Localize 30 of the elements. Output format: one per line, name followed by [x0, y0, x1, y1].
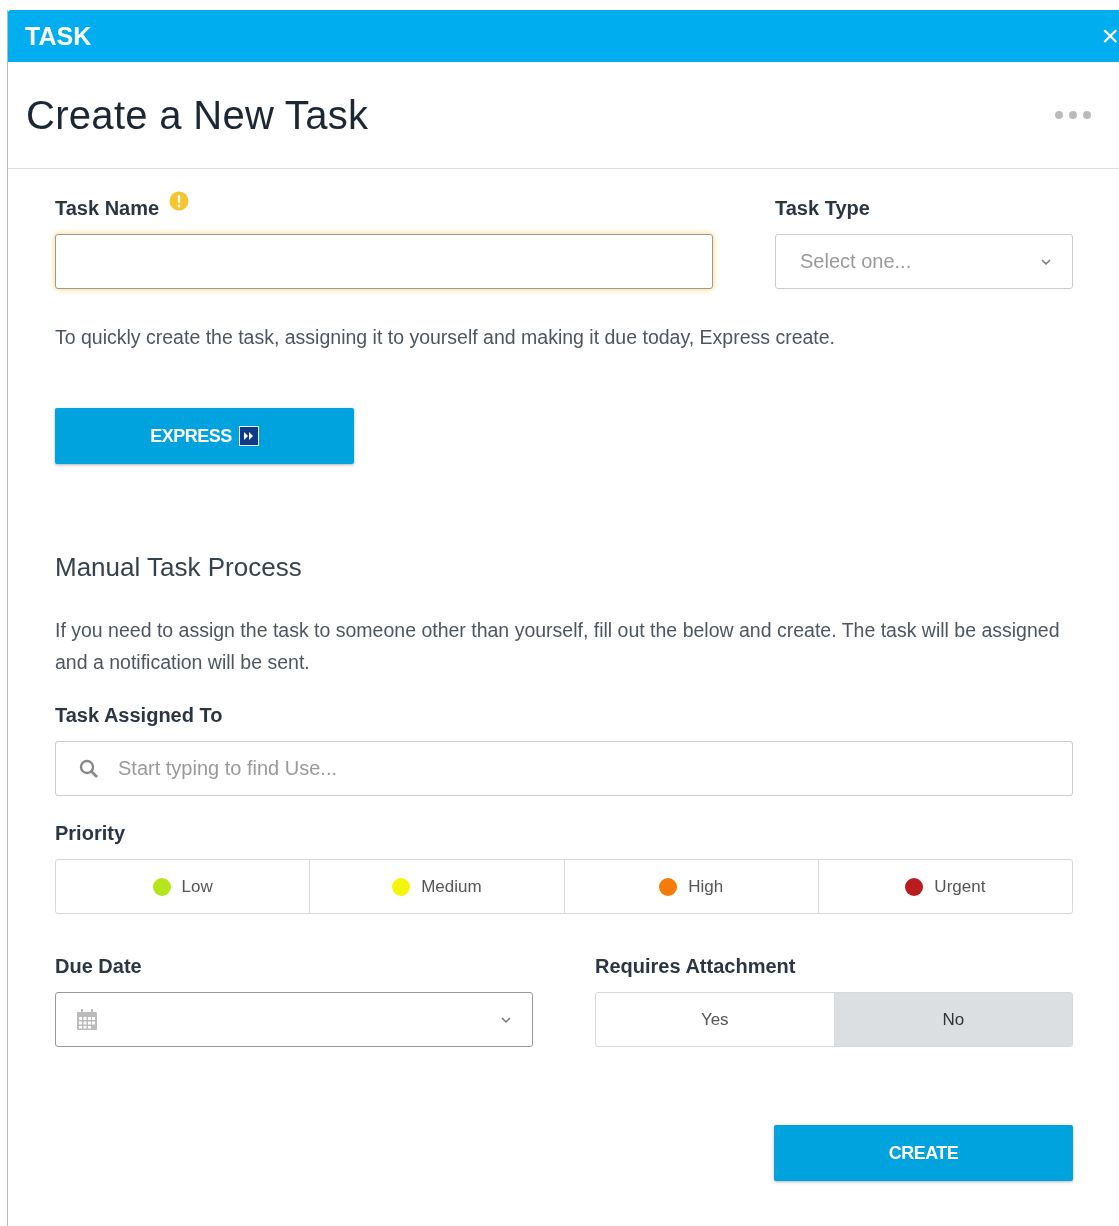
priority-option[interactable]: High [563, 860, 818, 913]
toggle-option[interactable]: No [833, 993, 1072, 1046]
chevron-down-icon [1040, 257, 1052, 266]
option-label: Medium [421, 876, 482, 897]
search-field[interactable]: Start typing to find Use... [55, 741, 1073, 796]
field-label: Due Date [55, 955, 143, 979]
calendar-icon [76, 1008, 98, 1031]
field-label: Requires Attachment [595, 955, 797, 979]
section-heading: Manual Task Process [55, 552, 303, 583]
page-title: Create a New Task [26, 92, 369, 138]
option-label: High [688, 876, 724, 897]
field-label: Task Name [55, 197, 160, 221]
express-note: To quickly create the task, assigning it to yourself and making it due today, Express create. [55, 325, 837, 350]
fast-forward-icon [238, 426, 259, 446]
date-field[interactable] [55, 992, 533, 1047]
more-icon [1054, 110, 1092, 120]
option-label: Low [181, 876, 213, 897]
window-title: TASK [25, 21, 92, 51]
priority-option[interactable]: Medium [309, 860, 564, 913]
input-field[interactable] [55, 234, 713, 289]
field-label: Priority [55, 822, 127, 846]
section-note: If you need to assign the task to someone other than yourself, fill out the below and create. The task will be assigned and a notification will be sent. [55, 618, 1061, 675]
toggle-option[interactable]: Yes [596, 993, 834, 1046]
option-label: Urgent [934, 876, 986, 897]
priority-option[interactable]: Urgent [817, 860, 1072, 913]
field-label: Task Type [775, 197, 871, 221]
priority-option[interactable]: Low [56, 860, 310, 913]
chevron-down-icon [500, 1015, 512, 1024]
search-icon [79, 759, 99, 779]
field-label: Task Assigned To [55, 704, 224, 728]
